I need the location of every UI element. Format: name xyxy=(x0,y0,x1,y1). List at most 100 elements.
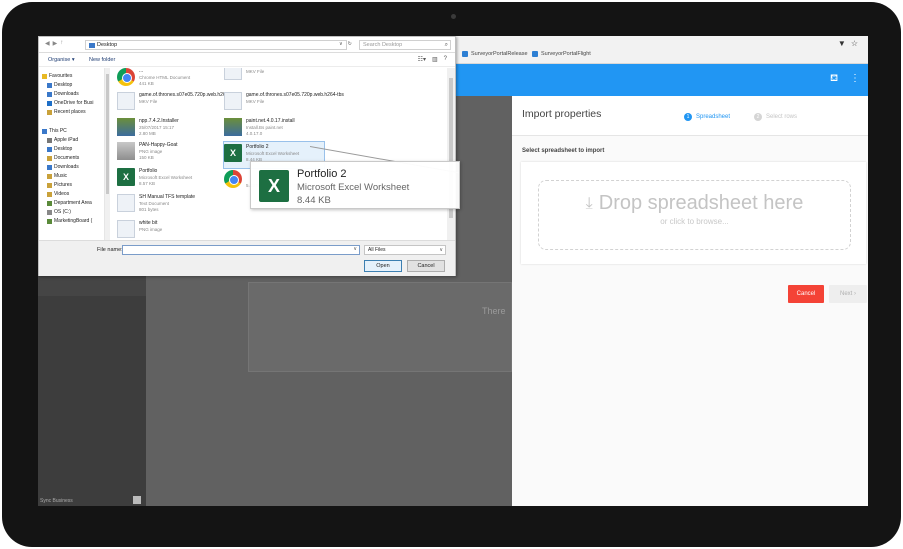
drag-file-name: Portfolio 2 xyxy=(297,168,347,180)
folder-icon xyxy=(47,146,52,152)
folder-icon xyxy=(47,191,52,197)
filter-icon[interactable]: ▼ xyxy=(838,39,846,48)
nav-item[interactable]: Downloads xyxy=(47,164,79,170)
file-name: Portfolio xyxy=(139,168,158,174)
browser-tab-flight[interactable]: SurveyorPortalFlight xyxy=(532,51,591,57)
nav-item-label: Department Area xyxy=(54,200,92,206)
excel-file-icon: X xyxy=(259,170,289,202)
nav-item-label: Videos xyxy=(54,191,70,197)
step-label: Spreadsheet xyxy=(696,114,731,120)
file-name: game.of.thrones.s07e05.720p.web.h264-tbs xyxy=(139,92,237,98)
chrome-icon xyxy=(224,170,242,188)
folder-icon xyxy=(47,109,52,115)
file-type: Install.Bs paint.net xyxy=(246,125,283,130)
dialog-cancel-button[interactable]: Cancel xyxy=(407,260,445,272)
nav-item-label: Downloads xyxy=(54,164,79,170)
spreadsheet-drop-zone[interactable]: ⤓ Drop spreadsheet here or click to brow… xyxy=(538,180,851,250)
dialog-footer: File name: ∨ All Files ∨ Open Cancel xyxy=(39,240,455,276)
step-number: 2 xyxy=(754,113,762,121)
drag-preview: X Portfolio 2 Microsoft Excel Worksheet … xyxy=(250,161,460,209)
step-select-rows[interactable]: 2 Select rows xyxy=(754,113,797,121)
nav-item[interactable]: Favourites xyxy=(42,73,72,79)
document-icon xyxy=(224,92,242,110)
drop-card: ⤓ Drop spreadsheet here or click to brow… xyxy=(521,162,866,264)
nav-item-label: Documents xyxy=(54,155,80,161)
file-scrollbar[interactable] xyxy=(447,68,455,240)
paint-bucket-icon[interactable]: ⛾ xyxy=(830,73,838,86)
nav-item[interactable]: Recent places xyxy=(47,109,86,115)
nav-item[interactable]: Desktop xyxy=(47,82,72,88)
file-item[interactable]: PAN-Happy-Goat PNG image 150 KB xyxy=(117,140,217,166)
import-panel: Import properties 1 Spreadsheet 2 Select… xyxy=(512,96,868,506)
forward-icon[interactable]: ▶ xyxy=(53,40,58,47)
organise-button[interactable]: Organise ▾ xyxy=(48,57,75,63)
filetype-select[interactable]: All Files ∨ xyxy=(364,245,446,255)
step-spreadsheet[interactable]: 1 Spreadsheet xyxy=(684,113,730,121)
more-vert-icon[interactable]: ⋮ xyxy=(850,73,860,84)
nav-item[interactable]: Downloads xyxy=(47,91,79,97)
nav-item[interactable]: Music xyxy=(47,173,67,179)
nav-item-label: Pictures xyxy=(54,182,73,188)
preview-pane-icon[interactable]: ▥ xyxy=(432,56,438,63)
drive-icon xyxy=(47,200,52,206)
view-options-icon[interactable]: ☷▾ xyxy=(418,56,426,63)
nav-item[interactable]: Apple iPad xyxy=(47,137,78,143)
file-item[interactable]: game.of.thrones.s07e05.720p.web.h264-tbs… xyxy=(224,90,344,116)
file-name: white bit xyxy=(139,220,158,226)
step-label: Select rows xyxy=(766,114,798,120)
nav-item[interactable]: This PC xyxy=(42,128,67,134)
refresh-icon[interactable]: ↻ xyxy=(348,41,352,47)
next-button[interactable]: Next › xyxy=(829,285,867,303)
file-item[interactable]: paint.net.4.0.17.install Install.Bs paint… xyxy=(224,116,324,142)
address-field[interactable]: Desktop xyxy=(85,40,347,50)
nav-item[interactable]: Documents xyxy=(47,155,79,161)
chevron-right-icon: › xyxy=(854,291,856,297)
back-icon[interactable]: ◀ xyxy=(45,40,50,47)
nav-item[interactable]: Pictures xyxy=(47,182,72,188)
filename-label: File name: xyxy=(97,247,123,253)
nav-item[interactable]: OneDrive for Busi xyxy=(47,100,93,106)
star-icon[interactable]: ☆ xyxy=(851,39,858,48)
filename-input[interactable]: ∨ xyxy=(122,245,360,255)
nav-scrollbar[interactable] xyxy=(105,68,110,240)
file-size: 8.57 KB xyxy=(139,181,156,186)
file-item[interactable]: npp.7.4.2.Installer 25/07/2017 15:17 2.80 … xyxy=(117,116,217,142)
organise-label: Organise xyxy=(48,57,71,63)
file-size: 801 bytes xyxy=(139,207,159,212)
nav-item[interactable]: Desktop xyxy=(47,146,72,152)
file-size: 2.80 MB xyxy=(139,131,156,136)
chevron-down-icon[interactable]: ∨ xyxy=(353,246,357,252)
browser-tab-bar: SurveyorPortalRelease SurveyorPortalFlig… xyxy=(456,36,868,64)
filetype-value: All Files xyxy=(368,247,386,253)
document-icon xyxy=(117,92,135,110)
nav-item[interactable]: Videos xyxy=(47,191,69,197)
file-item[interactable]: ... Chrome HTML Document 441 KB xyxy=(117,68,217,92)
nav-item-label: Apple iPad xyxy=(54,137,79,143)
screen: Sync Business There SurveyorPortalReleas… xyxy=(38,36,868,506)
excel-file-icon: X xyxy=(224,144,242,162)
up-icon[interactable]: ↑ xyxy=(60,40,63,47)
file-item[interactable]: SH Manual TFS template Text Document 801 b… xyxy=(117,192,217,218)
search-icon: ⌕ xyxy=(444,42,448,48)
open-button[interactable]: Open xyxy=(364,260,402,272)
nav-item[interactable]: OS (C:) xyxy=(47,209,71,215)
new-folder-button[interactable]: New folder xyxy=(89,57,115,63)
search-input[interactable]: Search Desktop ⌕ xyxy=(359,40,451,50)
file-item[interactable]: game.of.thrones.s07e05.internal-pack.720… xyxy=(224,68,324,86)
sidebar-bottom-icon[interactable] xyxy=(133,496,141,504)
file-item[interactable]: X Portfolio Microsoft Excel Worksheet 8.57 … xyxy=(117,166,217,192)
next-label: Next xyxy=(839,291,853,297)
file-item[interactable]: game.of.thrones.s07e05.720p.web.h264-tbs… xyxy=(117,90,237,116)
nav-item[interactable]: Department Area xyxy=(47,200,92,206)
browser-tab-release[interactable]: SurveyorPortalRelease xyxy=(462,51,528,57)
folder-icon xyxy=(47,182,52,188)
chrome-icon xyxy=(117,68,135,86)
cancel-button[interactable]: Cancel xyxy=(788,285,824,303)
background-text: There xyxy=(482,306,506,316)
file-item[interactable]: white bit PNG image xyxy=(117,218,217,240)
import-panel-header: Import properties 1 Spreadsheet 2 Select… xyxy=(512,96,868,136)
folder-icon xyxy=(47,91,52,97)
nav-item[interactable]: MarketingBoard ( xyxy=(47,218,92,224)
chevron-down-icon[interactable]: ∨ xyxy=(339,41,343,47)
help-icon[interactable]: ? xyxy=(444,56,447,63)
